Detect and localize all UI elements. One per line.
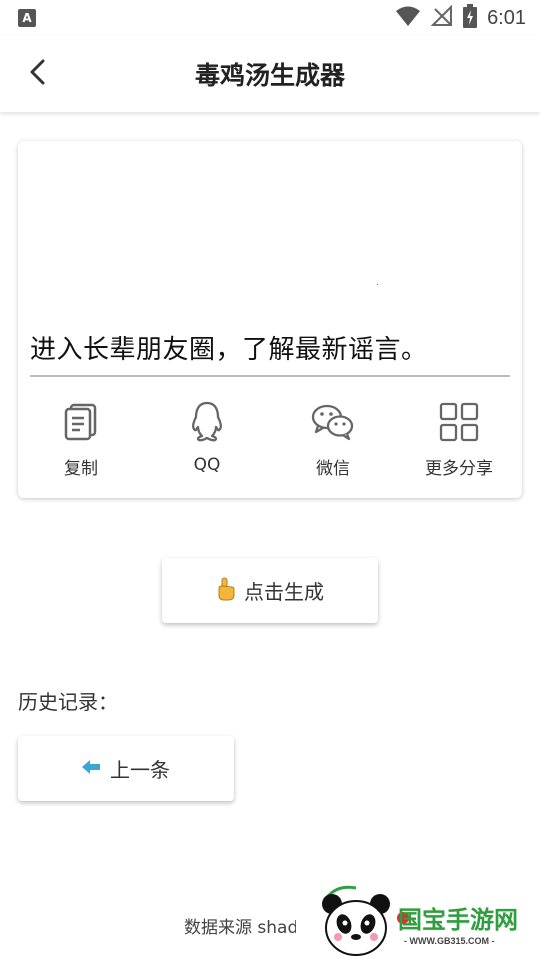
battery-charging-icon: [463, 4, 478, 32]
wechat-label: 微信: [316, 459, 350, 479]
status-time: 6:01: [487, 6, 526, 29]
wechat-icon: [310, 399, 356, 444]
accessibility-icon: A: [18, 9, 36, 27]
status-bar: A 6:01: [0, 0, 540, 36]
panda-logo-icon: [314, 882, 398, 960]
no-signal-icon: [430, 4, 453, 31]
wifi-icon: [395, 5, 421, 31]
quote-divider: [30, 375, 510, 377]
share-row: 复制 QQ 微信 更多分享: [18, 399, 522, 479]
quote-card: 进入长辈朋友圈，了解最新谣言。 复制 QQ 微信 更多分享: [18, 141, 522, 498]
generate-label: 点击生成: [244, 580, 324, 604]
share-qq-button[interactable]: QQ: [152, 399, 262, 479]
qq-penguin-icon: [184, 399, 230, 445]
data-source-text: 数据来源 shad: [184, 918, 299, 938]
previous-button[interactable]: 上一条: [18, 736, 234, 801]
previous-label: 上一条: [110, 758, 170, 782]
grid-icon: [436, 399, 482, 444]
watermark: 国宝手游网 - WWW.GB315.COM -: [296, 870, 540, 960]
watermark-url: - WWW.GB315.COM -: [404, 936, 495, 946]
dot-artifact: [377, 284, 378, 285]
share-wechat-button[interactable]: 微信: [278, 399, 388, 479]
copy-label: 复制: [64, 459, 98, 479]
generate-button[interactable]: 点击生成: [162, 558, 378, 623]
copy-button[interactable]: 复制: [26, 399, 136, 479]
app-header: 毒鸡汤生成器: [0, 36, 540, 112]
status-icons: 6:01: [395, 4, 526, 32]
more-share-button[interactable]: 更多分享: [404, 399, 514, 479]
qq-label: QQ: [193, 455, 221, 475]
arrow-left-icon: [82, 759, 100, 778]
pointing-hand-icon: [216, 577, 236, 605]
more-share-label: 更多分享: [425, 459, 493, 479]
quote-text: 进入长辈朋友圈，了解最新谣言。: [30, 335, 428, 365]
page-title: 毒鸡汤生成器: [194, 61, 345, 90]
copy-icon: [58, 399, 104, 444]
history-heading: 历史记录：: [18, 690, 118, 714]
watermark-brand: 国宝手游网: [398, 906, 518, 934]
